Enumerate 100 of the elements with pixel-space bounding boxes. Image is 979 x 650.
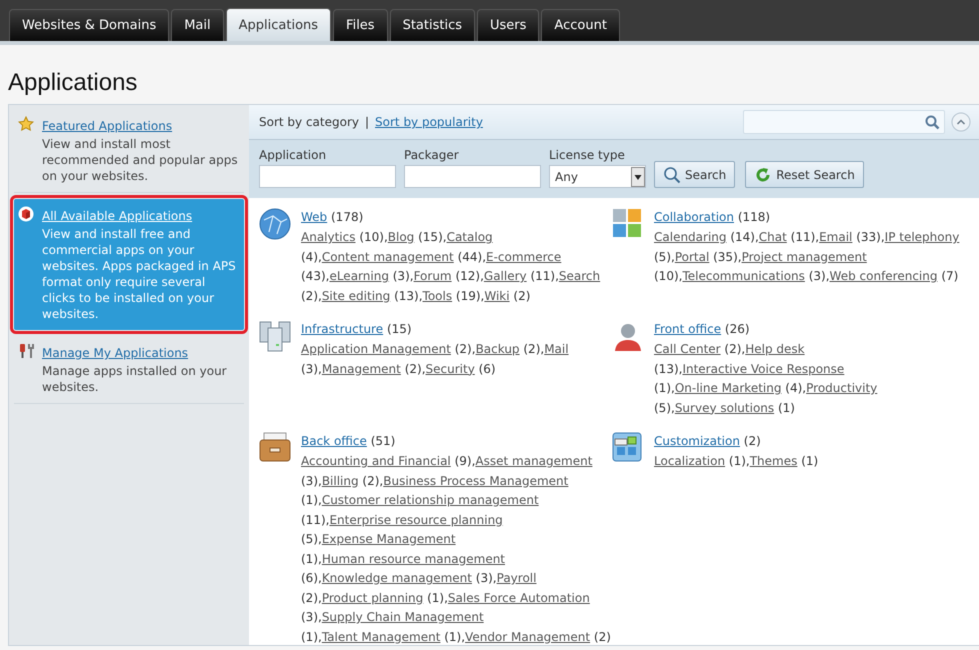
subcategory-link[interactable]: Security [426, 362, 475, 376]
subcategory-list: Accounting and Financial (9),Asset management (3),Billing (2),Business Process Management (1),Customer relationship management (11),Enterprise resource planning (5),Expense Management (1),Human resource management (6),Knowledge management (3),Payroll (2),Product planning (1),Sales Force Automation (3),Supply Chain Management (1),Talent Management (1),Vendor Management (2) [301, 452, 612, 645]
sort-link[interactable]: Sort by popularity [375, 115, 483, 129]
globe-icon [259, 208, 291, 240]
tools-icon [18, 343, 36, 359]
subcategory-link[interactable]: Management [322, 362, 401, 376]
subcategory-link[interactable]: Expense Management [322, 532, 456, 546]
field-label: License type [549, 148, 626, 162]
sidebar-item[interactable]: Featured Applications View and install most recommended and popular apps on your websites. [14, 109, 244, 193]
quick-search-field[interactable] [743, 110, 945, 134]
subcategory-link[interactable]: Customer relationship management [322, 493, 539, 507]
category-link[interactable]: Back office [301, 434, 367, 448]
category-count: (178) [331, 210, 364, 224]
subcategory-list: Application Management (2),Backup (2),Mail (3),Management (2),Security (6) [301, 340, 612, 379]
subcategory-link[interactable]: Mail [544, 342, 569, 356]
subcategory-link[interactable]: Gallery [484, 269, 527, 283]
subcategory-link[interactable]: Portal [674, 250, 710, 264]
subcategory-link[interactable]: E-commerce [486, 250, 562, 264]
puzzle-icon [612, 208, 642, 238]
subcategory-link[interactable]: Payroll [496, 571, 536, 585]
subcategory-link[interactable]: Email [819, 230, 852, 244]
category-link[interactable]: Customization [654, 434, 740, 448]
subcategory-link[interactable]: Tools [422, 288, 452, 302]
sidebar-description: View and install most recommended and popular apps on your websites. [42, 136, 239, 184]
subcategory-link[interactable]: Application Management [301, 342, 451, 356]
subcategory-link[interactable]: Accounting and Financial [301, 454, 451, 468]
subcategory-link[interactable]: Blog [388, 230, 414, 244]
sidebar-item[interactable]: Manage My Applications Manage apps installed on your websites. [14, 336, 244, 404]
category-count: (51) [370, 434, 396, 448]
category-count: (15) [386, 322, 412, 336]
subcategory-link[interactable]: Project management [742, 250, 867, 264]
servers-icon [259, 320, 291, 352]
nav-tab[interactable]: Mail [171, 9, 224, 41]
subcategory-link[interactable]: Forum [414, 269, 452, 283]
category-count: (118) [738, 210, 770, 224]
subcategory-link[interactable]: Search [558, 269, 600, 283]
category-link[interactable]: Front office [654, 322, 722, 336]
nav-tab[interactable]: Account [541, 9, 620, 41]
sort-label: Sort by category [259, 115, 359, 129]
category-link[interactable]: Collaboration [654, 210, 734, 224]
reset-search-button[interactable]: Reset Search [745, 161, 864, 188]
sidebar-link[interactable]: Featured Applications [42, 119, 172, 133]
search-button[interactable]: Search [654, 161, 736, 188]
subcategory-link[interactable]: On-line Marketing [674, 381, 782, 395]
subcategory-link[interactable]: Telecommunications [682, 269, 805, 283]
nav-tab[interactable]: Websites & Domains [9, 9, 170, 41]
separator-text: | [364, 115, 370, 129]
subcategory-link[interactable]: Productivity [806, 381, 878, 395]
application-field[interactable] [259, 165, 396, 188]
subcategory-link[interactable]: Sales Force Automation [448, 590, 590, 604]
subcategory-link[interactable]: Product planning [322, 590, 424, 604]
subcategory-link[interactable]: Localization [654, 454, 726, 468]
subcategory-link[interactable]: Call Center [654, 342, 721, 356]
category-link[interactable]: Web [301, 210, 328, 224]
subcategory-link[interactable]: Knowledge management [322, 571, 472, 585]
subcategory-link[interactable]: Interactive Voice Response [682, 362, 844, 376]
subcategory-link[interactable]: Backup [476, 342, 520, 356]
field-label: Packager [404, 148, 460, 162]
subcategory-link[interactable]: Themes [750, 454, 798, 468]
subcategory-link[interactable]: Talent Management [322, 630, 440, 644]
subcategory-list: Analytics (10),Blog (15),Catalog (4),Content management (44),E-commerce (43),eLearning (3),Forum (12),Gallery (11),Search (2),Site editing (13),Tools (19),Wiki (2) [301, 228, 612, 306]
subcategory-link[interactable]: Business Process Management [383, 474, 568, 488]
subcategory-link[interactable]: Asset management [475, 454, 592, 468]
page-title: Applications [8, 68, 138, 98]
nav-tab[interactable]: Users [477, 9, 540, 41]
subcategory-link[interactable]: Supply Chain Management [322, 610, 484, 624]
subcategory-link[interactable]: Human resource management [322, 552, 506, 566]
subcategory-link[interactable]: Help desk [745, 342, 805, 356]
subcategory-list: Calendaring (14),Chat (11),Email (33),IP telephony (5),Portal (35),Project management (10),Telecommunications (3),Web conferencing (7) [654, 228, 969, 286]
sidebar-description: View and install free and commercial apps on your websites. Apps packaged in APS format only require several clicks to be installed on your websites. [42, 226, 237, 322]
subcategory-list: Localization (1),Themes (1) [654, 452, 818, 472]
subcategory-link[interactable]: IP telephony [884, 230, 960, 244]
subcategory-link[interactable]: Catalog [446, 230, 493, 244]
sidebar-link[interactable]: Manage My Applications [42, 346, 188, 360]
subcategory-link[interactable]: Site editing [322, 288, 390, 302]
nav-tab[interactable]: Files [333, 9, 388, 41]
subcategory-link[interactable]: Vendor Management [465, 630, 590, 644]
subcategory-link[interactable]: Survey solutions [674, 400, 774, 414]
search-icon [663, 166, 681, 184]
nav-tab[interactable]: Applications [226, 8, 332, 41]
subcategory-link[interactable]: Analytics [301, 230, 356, 244]
subcategory-link[interactable]: Chat [758, 230, 787, 244]
search-icon [925, 114, 940, 130]
cube-icon [18, 206, 34, 222]
packager-field[interactable] [404, 165, 541, 188]
settings-panel-icon [612, 432, 642, 462]
subcategory-link[interactable]: eLearning [329, 269, 389, 283]
category-link[interactable]: Infrastructure [301, 322, 384, 336]
collapse-icon[interactable] [951, 112, 971, 132]
subcategory-link[interactable]: Calendaring [654, 230, 727, 244]
license-dropdown[interactable]: Any [549, 165, 646, 188]
subcategory-list: Call Center (2),Help desk (13),Interactive Voice Response (1),On-line Marketing (4),Productivity (5),Survey solutions (1) [654, 340, 969, 418]
subcategory-link[interactable]: Content management [322, 250, 454, 264]
subcategory-link[interactable]: Enterprise resource planning [329, 512, 503, 526]
reset-icon [754, 166, 772, 184]
subcategory-link[interactable]: Web conferencing [830, 269, 938, 283]
subcategory-link[interactable]: Billing [322, 474, 359, 488]
nav-tab[interactable]: Statistics [390, 9, 476, 41]
field-label: Application [259, 148, 328, 162]
subcategory-link[interactable]: Wiki [484, 288, 510, 302]
